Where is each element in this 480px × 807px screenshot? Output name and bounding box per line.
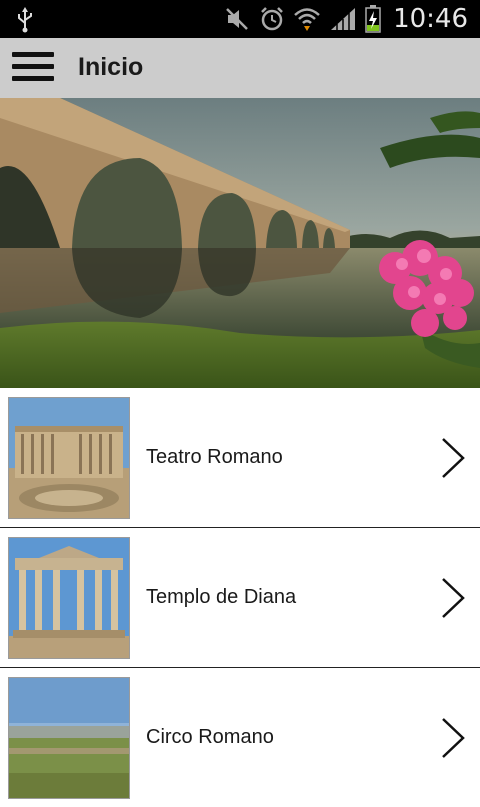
roman-bridge-photo: [0, 98, 480, 388]
wifi-icon: [294, 8, 320, 31]
hero-image: [0, 98, 480, 388]
list-item[interactable]: Templo de Diana: [0, 528, 480, 668]
list-item-label: Teatro Romano: [146, 446, 283, 468]
usb-icon: [18, 7, 32, 33]
list-item[interactable]: Teatro Romano: [0, 388, 480, 528]
roman-theatre-photo: [9, 398, 129, 518]
signal-icon: [331, 8, 356, 30]
diana-temple-thumbnail: [8, 537, 130, 659]
mute-icon: [226, 8, 248, 30]
page-title: Inicio: [78, 53, 144, 81]
list-item-label: Templo de Diana: [146, 586, 297, 608]
battery-charging-icon: [365, 5, 381, 33]
alarm-icon: [261, 7, 283, 31]
chevron-right-icon: [442, 718, 465, 758]
monument-list: Teatro Romano Templo de Diana Circo Roma…: [0, 388, 480, 807]
status-clock: 10:46: [393, 4, 468, 34]
roman-theatre-thumbnail: [8, 397, 130, 519]
hamburger-menu-icon[interactable]: [12, 52, 54, 86]
chevron-right-icon: [442, 438, 465, 478]
action-bar: Inicio: [0, 38, 480, 98]
chevron-right-icon: [442, 578, 465, 618]
diana-temple-photo: [9, 538, 129, 658]
status-bar: 10:46: [0, 0, 480, 38]
roman-circus-thumbnail: [8, 677, 130, 799]
roman-circus-photo: [9, 678, 129, 798]
list-item-label: Circo Romano: [146, 726, 274, 748]
list-item[interactable]: Circo Romano: [0, 668, 480, 807]
